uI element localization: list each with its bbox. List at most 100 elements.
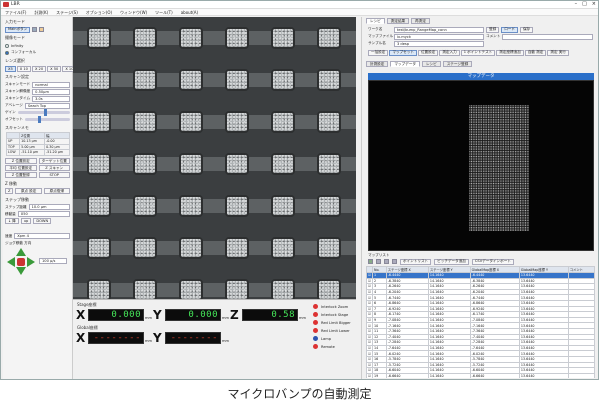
map-file-input[interactable]: ix.myck: [394, 33, 484, 40]
table-cell: 13.6440: [518, 372, 569, 378]
step-down-button[interactable]: ↓ 降: [5, 218, 19, 225]
z-position-set-button[interactable]: Z 位置設定: [5, 158, 37, 165]
one-point-test-button[interactable]: 1 ポイントテスト: [460, 49, 496, 56]
jog-up-icon[interactable]: [16, 247, 26, 256]
jog-left-icon[interactable]: [7, 256, 15, 267]
gain-slider-knob[interactable]: [43, 109, 47, 116]
delete-point-icon[interactable]: [376, 259, 381, 264]
jog-stop-icon[interactable]: [17, 257, 25, 266]
lens-x20-button[interactable]: X 20: [31, 65, 47, 72]
add-point-icon[interactable]: [368, 259, 373, 264]
tab-map-data[interactable]: マップデータ: [390, 61, 420, 67]
menu-option[interactable]: オプション(O): [86, 9, 112, 15]
z-register-button[interactable]: Z 位置登録: [5, 172, 37, 179]
register-button[interactable]: 登録: [486, 26, 500, 33]
table-cell: -6.6640: [469, 372, 520, 378]
offset-slider[interactable]: [24, 116, 70, 123]
tab-map-recipe[interactable]: レシピ: [421, 61, 441, 67]
origin-return-button[interactable]: 原点復帰: [43, 188, 70, 195]
scan-table-cell: -51.10 µm: [19, 149, 46, 156]
load-button[interactable]: ロード: [501, 26, 518, 33]
menu-measure[interactable]: 計測(K): [34, 9, 48, 15]
target-position-button[interactable]: ターゲット位置: [38, 158, 70, 165]
average-position-button[interactable]: 平均 位置設定: [5, 165, 37, 172]
global-y-axis-label: Y: [153, 331, 162, 345]
scan-time-input[interactable]: 3.0s: [32, 95, 70, 102]
z-button[interactable]: Z: [5, 188, 14, 195]
map-point-cloud: [469, 105, 529, 231]
interconnect-bar: [73, 31, 356, 45]
auto-measure-button[interactable]: 自動 測定: [524, 49, 547, 56]
scan-resolution-select[interactable]: 0.50µm: [32, 88, 70, 95]
title-bar: LBR – □ ×: [1, 1, 598, 9]
map-canvas[interactable]: [368, 80, 594, 251]
main-toggle-button[interactable]: Mainボタン: [5, 26, 31, 33]
menu-stage[interactable]: ステージ(S): [56, 9, 78, 15]
run-measure-button[interactable]: 測定 実行: [547, 49, 569, 56]
close-icon[interactable]: ×: [592, 1, 596, 7]
save-button[interactable]: 保存: [519, 26, 534, 33]
micro-bump: [87, 69, 111, 91]
bulk-setting-button[interactable]: 一括設定: [368, 49, 389, 56]
micro-bump: [317, 69, 341, 91]
step-distance-select[interactable]: 10.0 µm: [28, 204, 70, 211]
menu-about[interactable]: about(A): [181, 9, 198, 15]
comment-input[interactable]: [502, 33, 593, 40]
step-down-alt-button[interactable]: DOWN: [33, 218, 52, 225]
map-set-button[interactable]: マップセット: [389, 49, 417, 56]
stop-button[interactable]: STOP: [38, 172, 70, 179]
list-toolbar: ポイントリスト ピッチデータ追加 CSVデータインポート: [366, 258, 595, 265]
tab-remeasure[interactable]: 再測定: [411, 18, 430, 24]
table-row[interactable]: ☑ 19 -6.6640 14.1640 -6.6640 13.6440: [366, 372, 595, 378]
status-lamp-icon: [313, 336, 318, 341]
radio-confocal[interactable]: [5, 50, 9, 55]
lens-x50-button[interactable]: X 50: [47, 65, 62, 72]
maximize-icon[interactable]: □: [582, 1, 587, 7]
tab-results[interactable]: 測定結果: [386, 18, 410, 24]
offset-slider-knob[interactable]: [38, 116, 42, 123]
micro-bump: [87, 279, 111, 299]
measure-input-button[interactable]: 測定入力: [439, 49, 460, 56]
camera-view[interactable]: [73, 17, 356, 299]
minimize-icon[interactable]: –: [575, 1, 578, 7]
speed-select[interactable]: Xpm 4: [14, 233, 70, 240]
sample-name-input[interactable]: 3 desp: [394, 40, 484, 47]
step-amount-select[interactable]: X50: [17, 211, 70, 218]
point-list-button[interactable]: ポイントリスト: [400, 258, 432, 265]
work-name-input[interactable]: test/bump_RangeMap_conn: [394, 26, 484, 33]
move-up-icon[interactable]: [384, 259, 389, 264]
step-up-button[interactable]: up: [20, 218, 32, 225]
scan-table-cell: -51.20 µm: [44, 149, 70, 156]
add-coords-button[interactable]: 測定座標追加: [496, 49, 524, 56]
comment-cell[interactable]: [567, 372, 595, 378]
jog-pad: 100 µ/s: [7, 247, 68, 276]
menu-file[interactable]: ファイル(F): [5, 9, 26, 15]
jog-speed-select[interactable]: 100 µ/s: [39, 257, 67, 264]
average-select[interactable]: Seach Top: [24, 102, 70, 109]
lens-x5-button[interactable]: X5: [5, 65, 16, 72]
menu-tool[interactable]: ツール(T): [155, 9, 173, 15]
recipe-label: マップファイル: [368, 34, 394, 38]
menu-window[interactable]: ウィンドウ(W): [120, 9, 147, 15]
tab-recipe[interactable]: レシピ: [366, 18, 385, 24]
camera-icon[interactable]: [32, 27, 38, 32]
comment-label: コメント: [486, 34, 501, 38]
stage-x-axis-label: X: [76, 308, 86, 322]
lens-x10-button[interactable]: X 10: [16, 65, 31, 72]
origin-set-button[interactable]: 原点 設定: [15, 188, 42, 195]
tab-stage-register[interactable]: ステージ登録: [442, 61, 473, 67]
gain-slider[interactable]: [17, 109, 70, 116]
zoom-icon[interactable]: [39, 27, 45, 32]
micro-bump: [133, 153, 157, 175]
jog-down-icon[interactable]: [16, 266, 26, 275]
z-scan-button[interactable]: Z スキャン: [38, 165, 70, 172]
csv-import-button[interactable]: CSVデータインポート: [471, 258, 514, 265]
position-set-button[interactable]: 位置設定: [417, 49, 439, 56]
move-down-icon[interactable]: [392, 259, 397, 264]
pitch-data-button[interactable]: ピッチデータ追加: [434, 258, 469, 265]
scan-range-table: Z位置幅 UP 10.13 µm -0.00 TOP 5.00 µm 0.30 µm L…: [5, 132, 70, 156]
jog-right-icon[interactable]: [27, 256, 35, 267]
radio-infinity[interactable]: [5, 43, 9, 48]
tab-measure-setting[interactable]: 計測設定: [366, 61, 389, 67]
scan-mode-select[interactable]: normal: [32, 81, 70, 88]
